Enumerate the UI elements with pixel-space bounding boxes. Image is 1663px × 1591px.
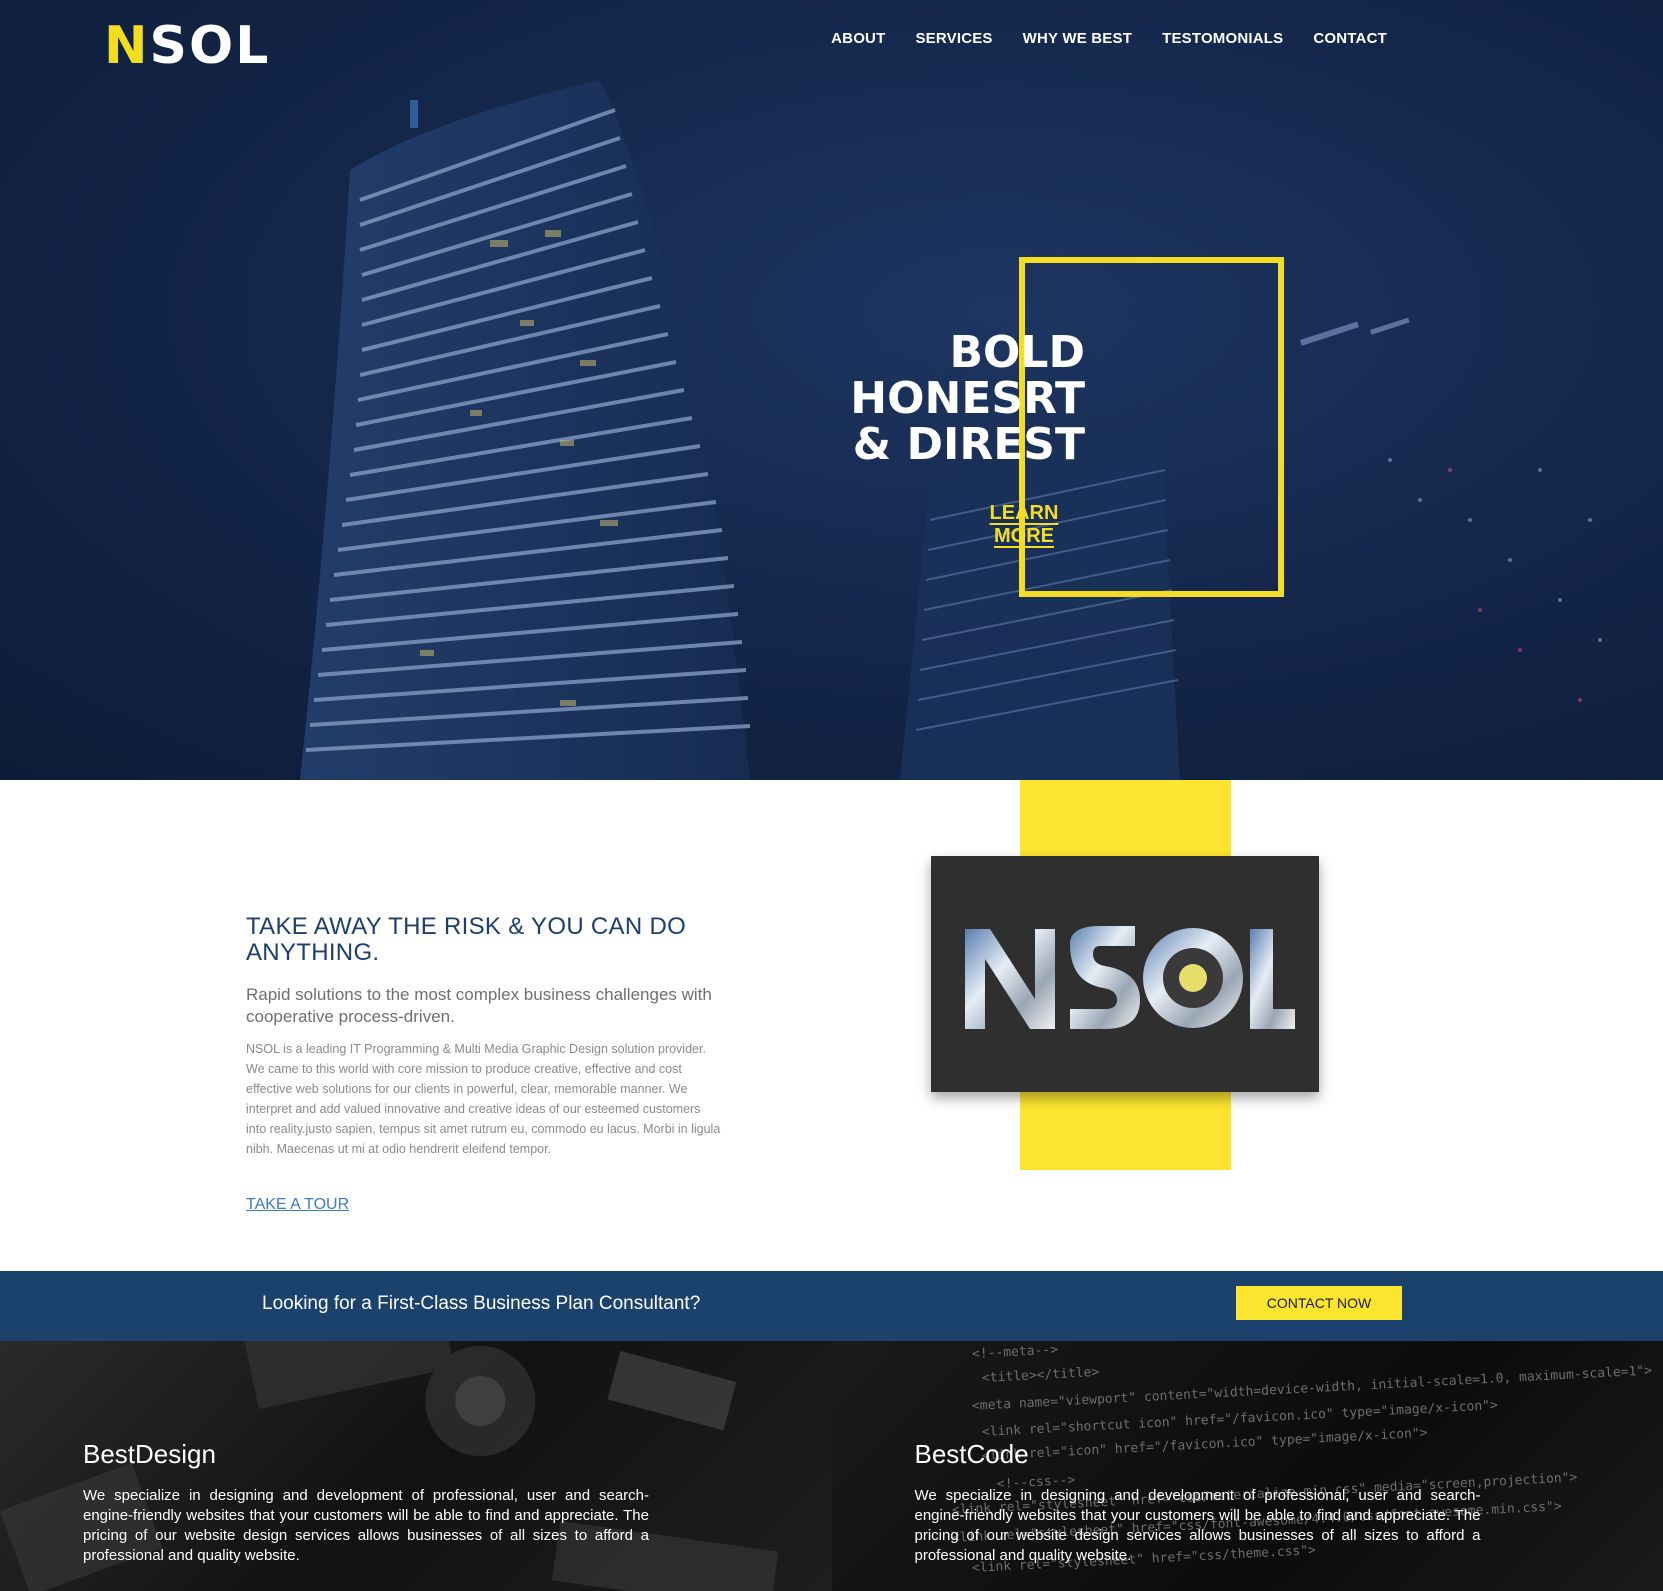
main-nav: ABOUT SERVICES WHY WE BEST TESTOMONIALS … <box>831 30 1387 47</box>
nsol-logo[interactable]: NSOL <box>104 18 268 74</box>
hero-headline: BOLD HONESRT & DIREST <box>780 330 1085 468</box>
about-title: TAKE AWAY THE RISK & YOU CAN DO ANYTHING… <box>246 913 687 966</box>
hero-section: NSOL ABOUT SERVICES WHY WE BEST TESTOMON… <box>0 0 1663 780</box>
code-line: <title></title> <box>981 1364 1100 1386</box>
nav-testimonials[interactable]: TESTOMONIALS <box>1162 30 1283 47</box>
feature-title-design: BestDesign <box>83 1439 216 1469</box>
about-section: TAKE AWAY THE RISK & YOU CAN DO ANYTHING… <box>0 780 1663 1271</box>
logo-text: NSOL <box>104 16 271 76</box>
cta-text: Looking for a First-Class Business Plan … <box>262 1293 701 1314</box>
nsol-3d-logo-image <box>965 926 1295 1029</box>
nav-why-we-best[interactable]: WHY WE BEST <box>1023 30 1132 47</box>
nav-contact[interactable]: CONTACT <box>1313 30 1387 47</box>
nsol-3d-logo-card <box>931 856 1319 1092</box>
feature-best-design: BestDesign We specialize in designing an… <box>0 1341 832 1591</box>
about-body-text: NSOL is a leading IT Programming & Multi… <box>246 1042 721 1156</box>
about-subtitle: Rapid solutions to the most complex busi… <box>246 985 712 1026</box>
hero-headline-line-3: & DIREST <box>852 419 1085 470</box>
nav-about[interactable]: ABOUT <box>831 30 885 47</box>
cta-bar: Looking for a First-Class Business Plan … <box>0 1271 1663 1341</box>
learn-more-link[interactable]: LEARN MORE <box>958 502 1090 548</box>
feature-best-code: <!--meta--> <title></title> <meta name="… <box>831 1341 1663 1591</box>
nav-services[interactable]: SERVICES <box>915 30 992 47</box>
code-line: <!--meta--> <box>971 1342 1058 1362</box>
feature-text-code: We specialize in designing and developme… <box>914 1487 1481 1564</box>
hero-headline-line-2: HONESRT <box>850 373 1085 424</box>
page: NSOL ABOUT SERVICES WHY WE BEST TESTOMON… <box>0 0 1663 1591</box>
contact-now-button[interactable]: CONTACT NOW <box>1236 1286 1402 1320</box>
features-section: BestDesign We specialize in designing an… <box>0 1341 1663 1591</box>
take-a-tour-link[interactable]: TAKE A TOUR <box>246 1196 349 1214</box>
hero-headline-line-1: BOLD <box>949 327 1085 378</box>
feature-title-code: BestCode <box>914 1439 1029 1469</box>
feature-text-design: We specialize in designing and developme… <box>83 1487 649 1564</box>
